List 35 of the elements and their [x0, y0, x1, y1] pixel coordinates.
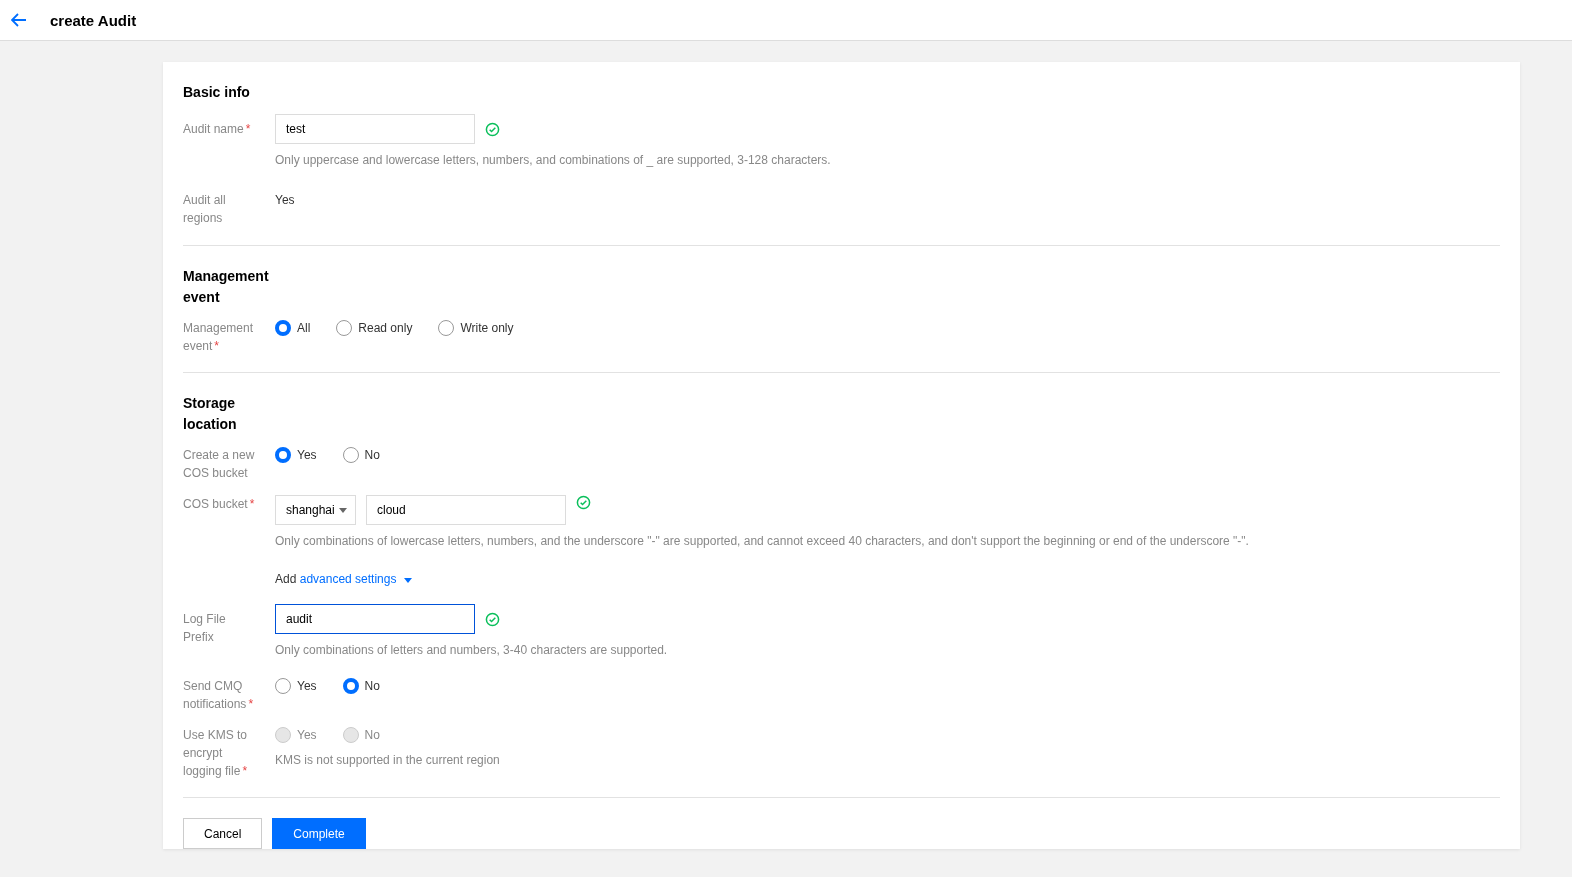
field-label: Log File Prefix	[183, 611, 227, 646]
radio-option[interactable]: Write only	[438, 319, 514, 337]
complete-button[interactable]: Complete	[272, 818, 366, 849]
advanced-settings-link[interactable]: advanced settings	[299, 572, 412, 586]
text-input[interactable]: audit	[275, 604, 475, 634]
page-title: create Audit	[50, 11, 137, 29]
region-dropdown[interactable]: shanghai	[275, 495, 356, 525]
cancel-button[interactable]: Cancel	[183, 818, 263, 849]
field-value: Yes	[275, 192, 296, 209]
field-label: Use KMS to encrypt logging file *	[183, 727, 249, 780]
field-label: Audit name *	[183, 121, 252, 138]
radio-option[interactable]: All	[275, 319, 311, 337]
text-input[interactable]: cloud	[366, 495, 566, 525]
section-title: Storage location	[183, 394, 238, 434]
section-title: Basic info	[183, 83, 251, 102]
section-title: Management event	[183, 267, 270, 307]
radio-option[interactable]: No	[342, 446, 380, 464]
field-label: COS bucket *	[183, 496, 256, 513]
back-arrow-icon[interactable]	[11, 13, 27, 27]
radio-option[interactable]: Yes	[275, 677, 317, 695]
field-label: Audit all regions	[183, 192, 227, 227]
radio-option[interactable]: No	[342, 677, 380, 695]
hint-text: Only uppercase and lowercase letters, numbers, and combinations of _ are supported, 3-128 characters.	[275, 152, 832, 169]
field-label: Send CMQ notifications *	[183, 678, 255, 713]
hint-text: KMS is not supported in the current region	[275, 752, 501, 769]
hint-text: Only combinations of letters and numbers, 3-40 characters are supported.	[275, 642, 669, 659]
advanced-settings-text: Add advanced settings	[275, 572, 412, 586]
field-label: Management event *	[183, 320, 255, 355]
radio-option[interactable]: Read only	[336, 319, 413, 337]
hint-text: Only combinations of lowercase letters, numbers, and the underscore "-" are supported, and cannot exceed 40 characters, and don't support the beginning or end of the underscore "-".	[275, 533, 1250, 550]
field-label: Create a new COS bucket	[183, 447, 256, 482]
caret-icon	[403, 578, 412, 583]
caret-icon	[339, 507, 347, 513]
radio-option[interactable]: Yes	[275, 446, 317, 464]
text-input[interactable]: test	[275, 114, 475, 144]
